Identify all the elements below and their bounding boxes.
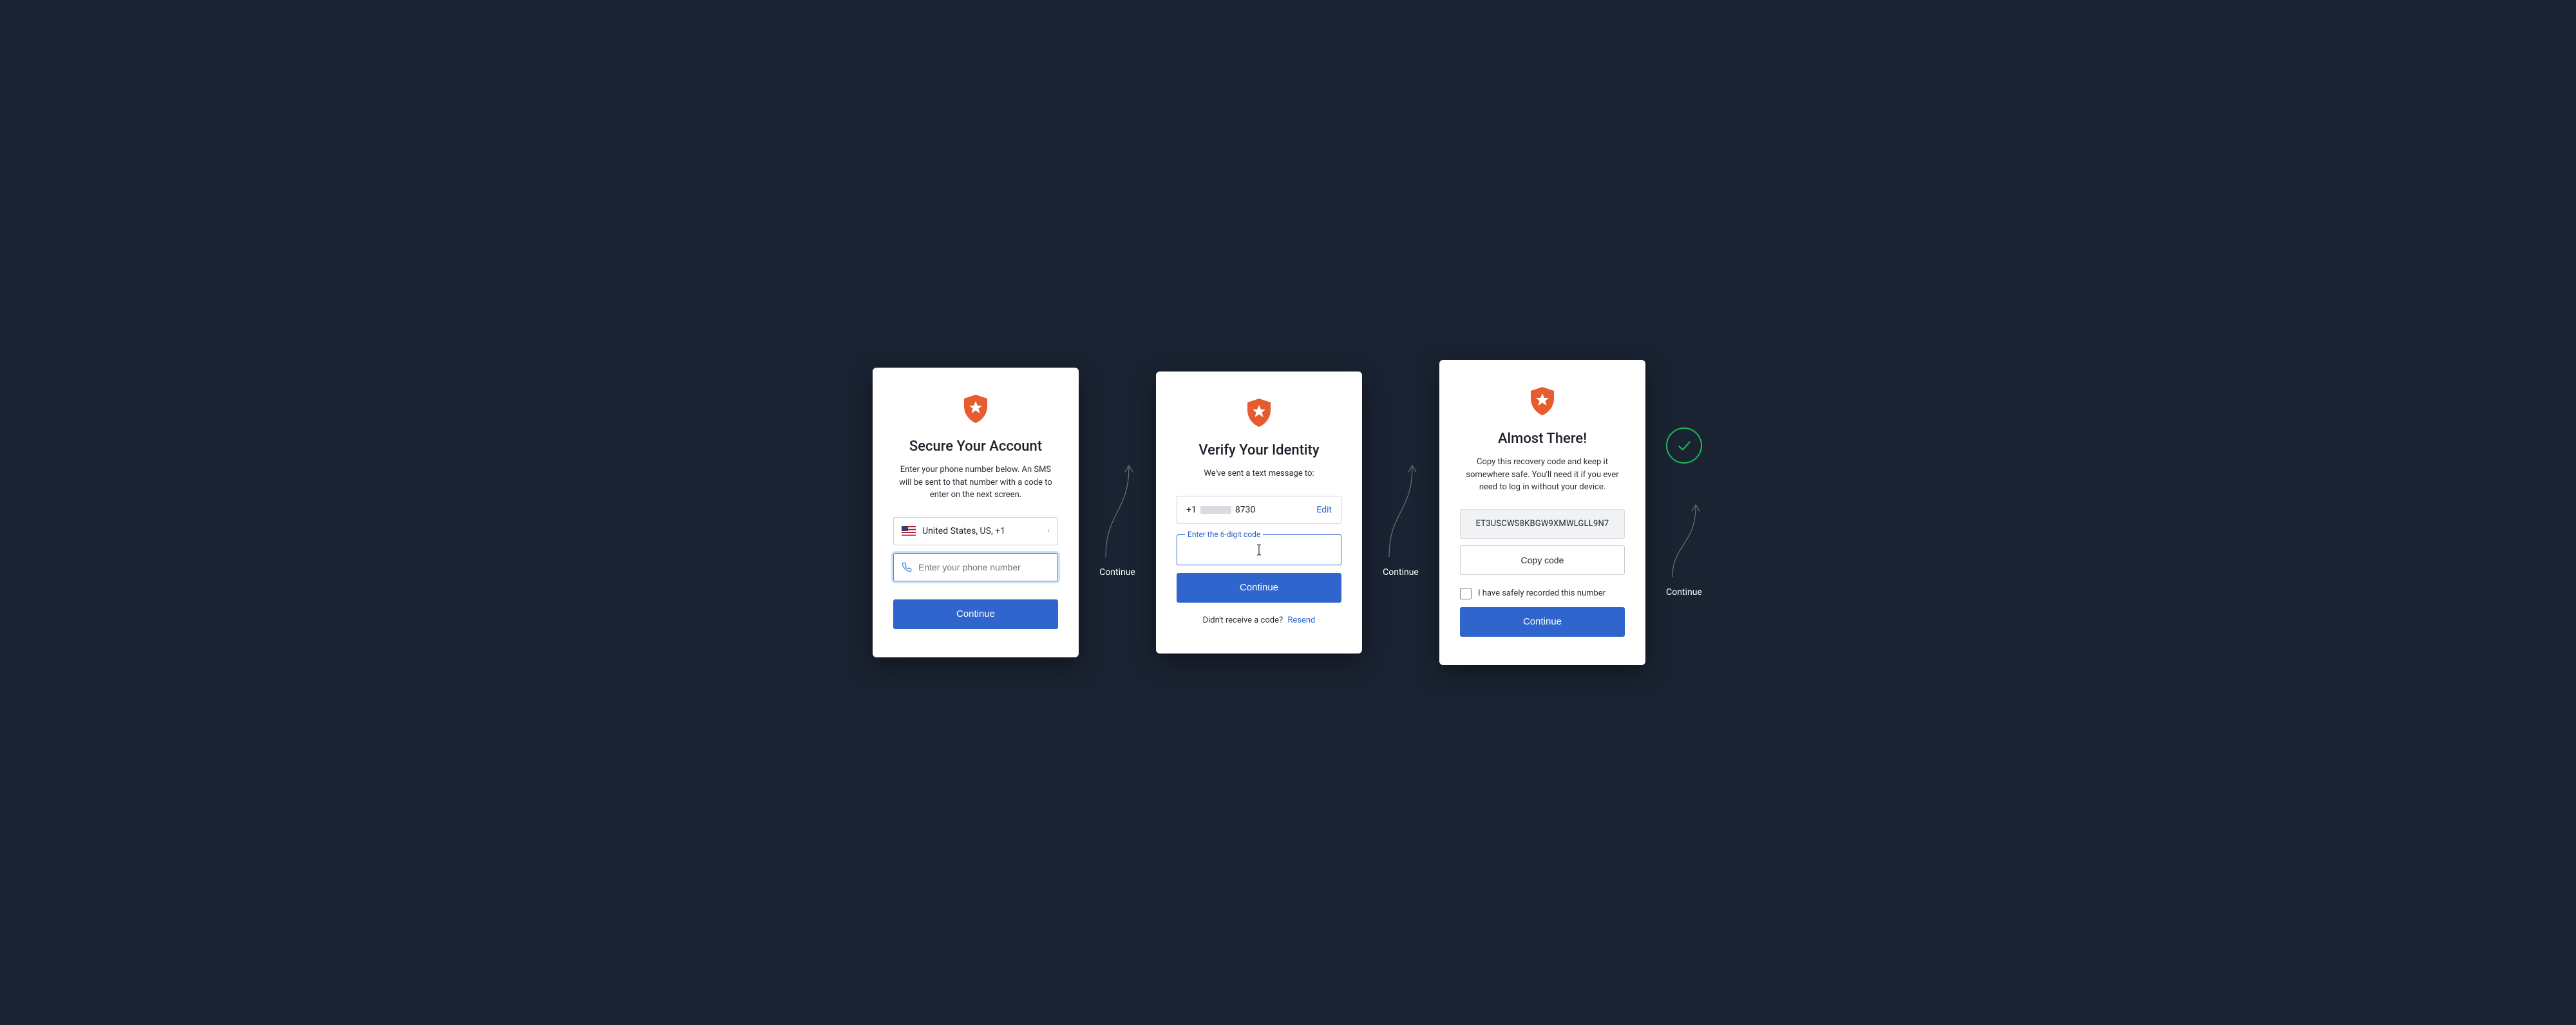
helper-text: Didn't receive a code?	[1203, 616, 1283, 625]
verify-identity-card: Verify Your Identity We've sent a text m…	[1156, 371, 1362, 654]
edit-link[interactable]: Edit	[1316, 505, 1332, 515]
check-icon	[1676, 437, 1692, 454]
code-input-label: Enter the 6-digit code	[1185, 530, 1263, 539]
phone-icon	[902, 562, 912, 572]
continue-button[interactable]: Continue	[893, 599, 1058, 629]
resend-row: Didn't receive a code? Resend	[1177, 616, 1341, 625]
code-input-wrapper[interactable]: Enter the 6-digit code	[1177, 534, 1341, 565]
recovery-code-card: Almost There! Copy this recovery code an…	[1439, 360, 1645, 665]
curve-arrow-icon	[1098, 447, 1137, 563]
shield-star-icon	[962, 393, 989, 424]
flow-connector: Continue	[1665, 428, 1703, 597]
card-title: Verify Your Identity	[1177, 442, 1341, 458]
shield-star-icon	[1529, 386, 1556, 417]
curve-arrow-icon	[1381, 447, 1420, 563]
phone-input[interactable]	[918, 562, 1050, 572]
card-title: Secure Your Account	[893, 438, 1058, 455]
connector-label: Continue	[1099, 567, 1135, 578]
secure-account-card: Secure Your Account Enter your phone num…	[873, 368, 1079, 657]
code-input[interactable]	[1177, 535, 1341, 565]
phone-prefix: +1	[1186, 505, 1197, 515]
card-subtitle: Enter your phone number below. An SMS wi…	[893, 464, 1058, 502]
us-flag-icon	[902, 526, 916, 536]
mfa-setup-flow: Secure Your Account Enter your phone num…	[873, 360, 1703, 665]
continue-button[interactable]: Continue	[1177, 573, 1341, 603]
flow-connector: Continue	[1098, 447, 1137, 578]
recovery-code-display: ET3USCWS8KBGW9XMWLGLL9N7	[1460, 509, 1625, 539]
shield-star-icon	[1245, 397, 1273, 428]
connector-label: Continue	[1666, 587, 1702, 597]
country-label: United States, US, +1	[922, 526, 1047, 536]
card-subtitle: Copy this recovery code and keep it some…	[1460, 456, 1625, 494]
continue-button[interactable]: Continue	[1460, 607, 1625, 637]
curve-arrow-icon	[1665, 493, 1703, 583]
connector-label: Continue	[1383, 567, 1419, 578]
flow-connector: Continue	[1381, 447, 1420, 578]
recorded-label[interactable]: I have safely recorded this number	[1478, 588, 1605, 598]
phone-input-wrapper[interactable]	[893, 553, 1058, 581]
copy-code-button[interactable]: Copy code	[1460, 545, 1625, 575]
card-title: Almost There!	[1460, 431, 1625, 447]
card-subtitle: We've sent a text message to:	[1177, 467, 1341, 480]
resend-link[interactable]: Resend	[1287, 616, 1315, 625]
country-select[interactable]: United States, US, +1 ›	[893, 517, 1058, 545]
phone-suffix: 8730	[1235, 505, 1255, 515]
recorded-checkbox[interactable]	[1460, 588, 1472, 599]
chevron-right-icon: ›	[1047, 526, 1050, 536]
phone-mask	[1200, 506, 1231, 514]
success-badge	[1666, 428, 1702, 464]
phone-display: +1 8730 Edit	[1177, 496, 1341, 524]
